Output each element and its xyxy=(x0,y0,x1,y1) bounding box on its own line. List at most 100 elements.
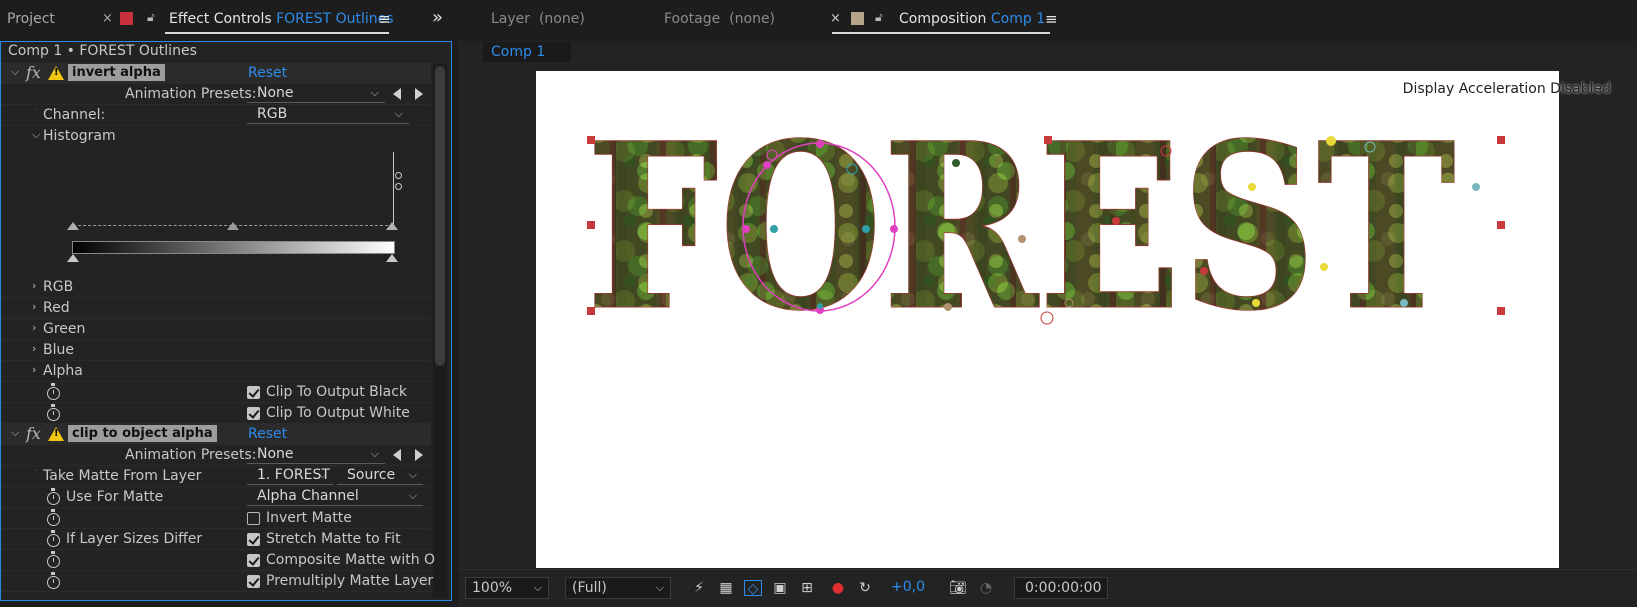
stopwatch-icon[interactable] xyxy=(47,551,60,568)
chevron-right-icon[interactable]: › xyxy=(32,342,36,355)
stopwatch-icon[interactable] xyxy=(47,572,60,589)
comp-canvas[interactable]: FOREST FOREST Display Acceleration Disab… xyxy=(536,71,1611,568)
chevron-down-icon[interactable]: ⌵ xyxy=(32,128,40,142)
chevron-down-icon[interactable]: ⌵ xyxy=(11,426,19,440)
animation-presets-row: Animation Presets: None ⌵ xyxy=(1,84,431,105)
mask-visibility-icon[interactable]: ◇ xyxy=(744,580,762,597)
fx-icon[interactable]: fx xyxy=(26,424,41,443)
tab-layer[interactable]: Layer (none) xyxy=(491,11,585,27)
transparency-grid-icon[interactable]: ▦ xyxy=(717,580,735,596)
tab-footage[interactable]: Footage (none) xyxy=(664,11,775,27)
resolution-dropdown[interactable]: (Full) ⌵ xyxy=(565,577,671,599)
previous-preset-icon[interactable] xyxy=(393,449,401,461)
composite-matte-checkbox[interactable] xyxy=(247,554,260,567)
input-white-slider[interactable] xyxy=(386,222,398,230)
effect-name[interactable]: clip to object alpha xyxy=(68,425,217,442)
previous-preset-icon[interactable] xyxy=(393,88,401,100)
camera-icon[interactable]: 📷︎ xyxy=(949,580,967,596)
output-white-slider[interactable] xyxy=(386,254,398,262)
fx-icon[interactable]: fx xyxy=(26,63,41,82)
chevron-down-icon[interactable]: ⌵ xyxy=(11,65,19,79)
animation-presets-dropdown[interactable]: None ⌵ xyxy=(247,445,385,464)
reset-exposure-icon[interactable]: ↻ xyxy=(856,580,874,596)
reset-link[interactable]: Reset xyxy=(248,426,287,442)
matte-source-dropdown[interactable]: Source ⌵ xyxy=(337,466,423,485)
tab-composition[interactable]: Composition Comp 1 xyxy=(899,11,1045,27)
next-preset-icon[interactable] xyxy=(415,88,423,100)
channel-group-blue[interactable]: › Blue xyxy=(1,340,431,361)
stopwatch-icon[interactable] xyxy=(47,404,60,421)
histogram-handle[interactable] xyxy=(395,183,402,190)
chevron-right-icon[interactable]: › xyxy=(32,300,36,313)
clip-white-row: Clip To Output White xyxy=(1,403,431,424)
chevron-right-icon[interactable]: › xyxy=(32,279,36,292)
sizes-differ-label: If Layer Sizes Differ xyxy=(66,531,203,547)
channels-icon[interactable]: ● xyxy=(829,580,847,596)
stopwatch-icon[interactable] xyxy=(47,530,60,547)
tab-project[interactable]: Project xyxy=(7,11,55,27)
next-preset-icon[interactable] xyxy=(415,449,423,461)
scrollbar-track[interactable] xyxy=(433,64,447,597)
clip-white-checkbox[interactable] xyxy=(247,407,260,420)
current-time-display[interactable]: 0:00:00:00 xyxy=(1014,577,1108,599)
output-black-slider[interactable] xyxy=(67,254,79,262)
zoom-dropdown[interactable]: 100% ⌵ xyxy=(465,577,549,599)
fast-previews-icon[interactable]: ⚡ xyxy=(690,580,708,596)
exposure-value[interactable]: +0,0 xyxy=(891,579,925,595)
comp-subtab[interactable]: Comp 1 xyxy=(483,42,571,62)
premultiply-label: Premultiply Matte Layer xyxy=(266,573,434,589)
animation-presets-dropdown[interactable]: None ⌵ xyxy=(247,84,385,103)
lock-icon[interactable]: 🔓︎ xyxy=(875,10,883,25)
premultiply-checkbox[interactable] xyxy=(247,575,260,588)
close-icon[interactable]: × xyxy=(102,11,113,26)
effect-controls-panel: Comp 1 • FOREST Outlines ⌵ fx invert alp… xyxy=(0,41,452,601)
tab-effect-controls[interactable]: Effect Controls FOREST Outlines xyxy=(169,11,394,27)
channel-group-green[interactable]: › Green xyxy=(1,319,431,340)
effect-name[interactable]: invert alpha xyxy=(68,64,165,81)
chevron-right-icon[interactable]: › xyxy=(32,321,36,334)
stopwatch-icon[interactable] xyxy=(47,383,60,400)
show-snapshot-icon[interactable]: ◔ xyxy=(977,580,995,596)
channel-group-label: Alpha xyxy=(43,363,83,379)
channel-group-red[interactable]: › Red xyxy=(1,298,431,319)
invert-matte-checkbox[interactable] xyxy=(247,512,260,525)
forest-text-texture: FOREST xyxy=(586,93,1456,361)
effect-header-clip-to-object-alpha[interactable]: ⌵ fx clip to object alpha Reset xyxy=(1,424,431,445)
warning-icon xyxy=(48,66,64,80)
stopwatch-icon[interactable] xyxy=(47,488,60,505)
animation-presets-label: Animation Presets: xyxy=(125,86,257,102)
input-black-slider[interactable] xyxy=(67,222,79,230)
composite-matte-row: Composite Matte with O xyxy=(1,550,435,571)
reset-link[interactable]: Reset xyxy=(248,65,287,81)
output-gradient-bar xyxy=(72,241,395,254)
clip-black-row: Clip To Output Black xyxy=(1,382,431,403)
lock-icon[interactable]: 🔓︎ xyxy=(147,10,155,25)
panel-menu-icon[interactable]: ≡ xyxy=(1045,10,1058,28)
channel-group-alpha[interactable]: › Alpha xyxy=(1,361,431,382)
overflow-icon[interactable]: » xyxy=(432,7,443,28)
grid-guides-icon[interactable]: ⊞ xyxy=(798,580,816,596)
effect-header-invert-alpha[interactable]: ⌵ fx invert alpha Reset xyxy=(1,63,431,84)
label-color-swatch xyxy=(851,12,864,25)
stopwatch-icon[interactable] xyxy=(47,509,60,526)
gamma-slider[interactable] xyxy=(227,222,239,230)
panel-menu-icon[interactable]: ≡ xyxy=(378,10,391,28)
histogram-axis xyxy=(393,152,394,230)
warning-icon xyxy=(48,427,64,441)
chevron-right-icon[interactable]: › xyxy=(32,363,36,376)
animation-presets-label: Animation Presets: xyxy=(125,447,257,463)
forest-artwork: FOREST FOREST xyxy=(586,93,1505,362)
use-for-matte-dropdown[interactable]: Alpha Channel ⌵ xyxy=(247,487,423,506)
matte-layer-dropdown[interactable]: 1. FOREST ⌵ xyxy=(247,466,333,485)
channel-dropdown[interactable]: RGB ⌵ xyxy=(247,105,409,124)
stretch-matte-checkbox[interactable] xyxy=(247,533,260,546)
channel-group-rgb[interactable]: › RGB xyxy=(1,277,431,298)
display-acceleration-notice: Display Acceleration Disabled xyxy=(1402,81,1611,97)
histogram-handle[interactable] xyxy=(395,172,402,179)
region-of-interest-icon[interactable]: ▣ xyxy=(771,580,789,596)
viewer-tabs: Layer (none) Footage (none) × 🔓︎ Composi… xyxy=(459,0,1637,41)
close-icon[interactable]: × xyxy=(830,11,841,26)
scrollbar-thumb[interactable] xyxy=(435,66,445,366)
channel-group-label: Red xyxy=(43,300,70,316)
clip-black-checkbox[interactable] xyxy=(247,386,260,399)
